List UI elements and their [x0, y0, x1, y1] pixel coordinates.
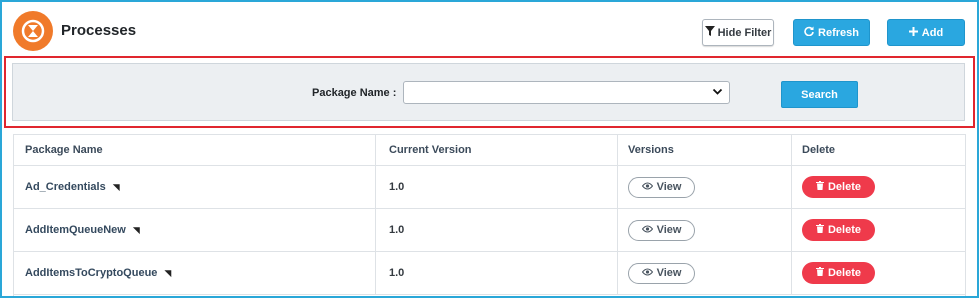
delete-button[interactable]: Delete	[802, 262, 875, 284]
chevron-down-icon	[712, 86, 723, 100]
table-row: AddItemQueueNew ◥ 1.0 View Delete	[14, 209, 965, 252]
table-header: Package Name Current Version Versions De…	[14, 135, 965, 166]
delete-label: Delete	[827, 181, 862, 193]
processes-table: Package Name Current Version Versions De…	[13, 134, 966, 296]
refresh-button[interactable]: Refresh	[793, 19, 870, 46]
plus-icon	[908, 26, 918, 39]
view-label: View	[656, 267, 682, 279]
package-name-select[interactable]	[403, 81, 730, 104]
process-logo-icon	[13, 11, 53, 51]
eye-icon	[641, 224, 653, 236]
current-version: 1.0	[389, 267, 405, 279]
package-name-link[interactable]: AddItemQueueNew	[25, 224, 126, 236]
filter-icon	[704, 26, 715, 39]
current-version: 1.0	[389, 224, 405, 236]
view-button[interactable]: View	[628, 176, 695, 198]
cursor-icon: ◥	[164, 267, 172, 278]
table-row: Ad_Credentials ◥ 1.0 View Delete	[14, 166, 965, 209]
eye-icon	[641, 267, 653, 279]
column-header-delete: Delete	[802, 144, 836, 156]
current-version: 1.0	[389, 181, 405, 193]
add-button[interactable]: Add	[887, 19, 965, 46]
table-row: AddItemsToCryptoQueue ◥ 1.0 View Delete	[14, 252, 965, 295]
column-header-current-version: Current Version	[376, 135, 618, 165]
refresh-label: Refresh	[818, 26, 859, 39]
page-title: Processes	[61, 22, 137, 39]
delete-button[interactable]: Delete	[802, 176, 875, 198]
column-header-versions: Versions	[618, 135, 792, 165]
view-label: View	[656, 224, 682, 236]
trash-icon	[815, 267, 824, 279]
eye-icon	[641, 181, 653, 193]
cursor-icon: ◥	[132, 224, 140, 235]
trash-icon	[815, 224, 824, 236]
view-button[interactable]: View	[628, 262, 695, 284]
refresh-icon	[804, 26, 814, 39]
view-button[interactable]: View	[628, 219, 695, 241]
package-name-link[interactable]: AddItemsToCryptoQueue	[25, 267, 157, 279]
add-label: Add	[921, 26, 944, 39]
hide-filter-label: Hide Filter	[717, 26, 772, 39]
view-label: View	[656, 181, 682, 193]
column-header-package-name: Package Name	[14, 135, 376, 165]
delete-label: Delete	[827, 224, 862, 236]
cursor-icon: ◥	[112, 181, 120, 192]
package-name-link[interactable]: Ad_Credentials	[25, 181, 106, 193]
trash-icon	[815, 181, 824, 193]
search-button[interactable]: Search	[781, 81, 858, 108]
package-name-label: Package Name :	[312, 87, 397, 99]
delete-button[interactable]: Delete	[802, 219, 875, 241]
hide-filter-button[interactable]: Hide Filter	[702, 19, 774, 46]
delete-label: Delete	[827, 267, 862, 279]
